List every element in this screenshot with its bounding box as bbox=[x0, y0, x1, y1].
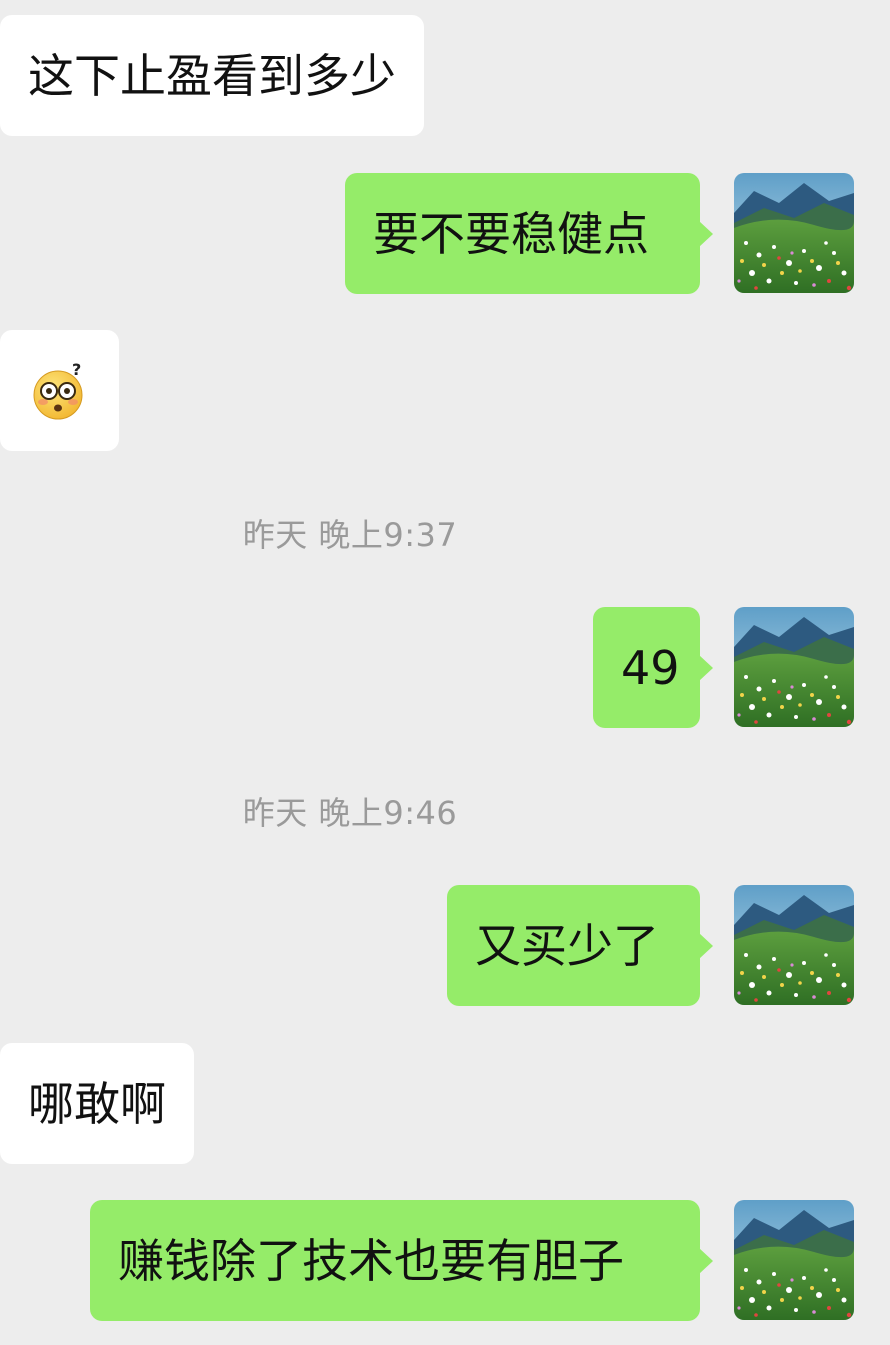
outgoing-message-bubble[interactable]: 要不要稳健点 bbox=[345, 173, 713, 294]
svg-text:?: ? bbox=[72, 360, 81, 379]
timestamp: 昨天 晚上9:37 bbox=[242, 516, 458, 554]
message-text: 又买少了 bbox=[475, 918, 659, 973]
message-text: 要不要稳健点 bbox=[373, 206, 649, 261]
avatar[interactable] bbox=[734, 607, 854, 727]
message-text: 49 bbox=[621, 640, 680, 695]
avatar[interactable] bbox=[734, 173, 854, 293]
timestamp: 昨天 晚上9:46 bbox=[242, 794, 458, 832]
message-text: 赚钱除了技术也要有胆子 bbox=[118, 1233, 624, 1288]
outgoing-message-bubble[interactable]: 49 bbox=[593, 607, 713, 728]
message-text: 这下止盈看到多少 bbox=[28, 48, 396, 103]
incoming-sticker-bubble[interactable]: ? bbox=[0, 330, 119, 451]
avatar[interactable] bbox=[734, 1200, 854, 1320]
message-text: 哪敢啊 bbox=[28, 1076, 166, 1131]
dizzy-question-emoji-icon: ? bbox=[33, 360, 82, 419]
landscape-flower-field-avatar-icon bbox=[734, 607, 854, 727]
landscape-flower-field-avatar-icon bbox=[734, 1200, 854, 1320]
landscape-flower-field-avatar-icon bbox=[734, 885, 854, 1005]
landscape-flower-field-avatar-icon bbox=[734, 173, 854, 293]
incoming-message-bubble[interactable]: 这下止盈看到多少 bbox=[0, 15, 424, 136]
incoming-message-bubble[interactable]: 哪敢啊 bbox=[0, 1043, 194, 1164]
outgoing-message-bubble[interactable]: 又买少了 bbox=[447, 885, 713, 1006]
avatar[interactable] bbox=[734, 885, 854, 1005]
outgoing-message-bubble[interactable]: 赚钱除了技术也要有胆子 bbox=[90, 1200, 713, 1321]
